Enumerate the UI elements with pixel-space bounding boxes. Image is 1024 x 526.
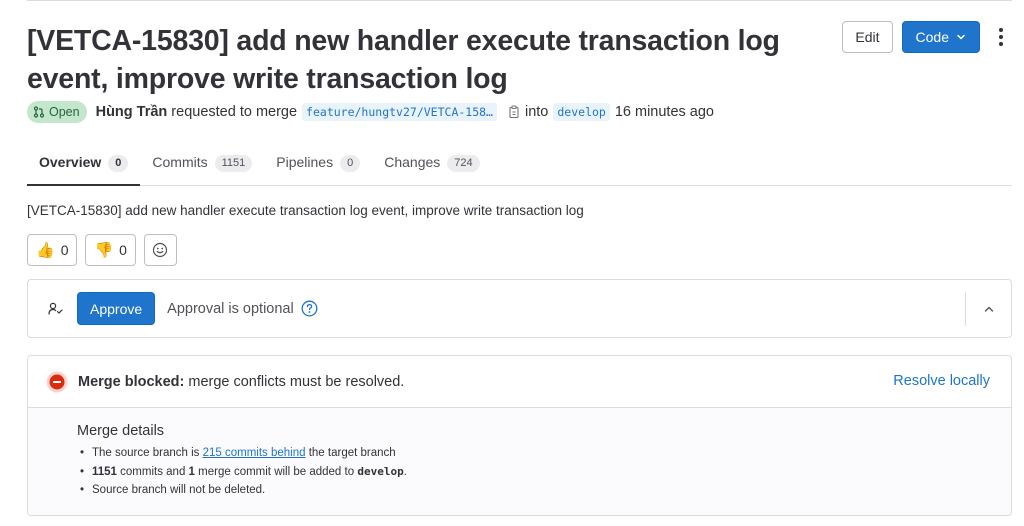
approval-optional-text: Approval is optional	[167, 300, 294, 317]
mr-description: [VETCA-15830] add new handler execute tr…	[27, 203, 584, 218]
add-reaction-button[interactable]	[143, 234, 177, 266]
merge-widget: Merge blocked: merge conflicts must be r…	[27, 355, 1012, 516]
detail-text: The source branch is	[92, 447, 200, 459]
award-count: 0	[119, 242, 127, 258]
detail-text: merge commit will be added to	[198, 465, 355, 478]
code-dropdown-button[interactable]: Code	[901, 21, 980, 53]
chevron-up-icon	[984, 306, 993, 312]
resolve-locally-link[interactable]: Resolve locally	[893, 373, 990, 389]
detail-text: commits and	[120, 465, 186, 478]
collapse-approval-button[interactable]	[965, 292, 1011, 326]
time-ago: 16 minutes ago	[614, 104, 714, 120]
approve-button[interactable]: Approve	[77, 292, 156, 325]
detail-text: .	[403, 465, 407, 478]
tab-changes[interactable]: Changes 724	[372, 150, 491, 186]
thumbsup-icon: 👍	[36, 242, 55, 259]
tab-overview[interactable]: Overview 0	[27, 150, 141, 186]
detail-text: the target branch	[308, 447, 396, 459]
more-actions-kebab-icon[interactable]	[994, 21, 1008, 53]
mr-tabs: Overview 0 Commits 1151 Pipelines 0 Chan…	[27, 150, 1012, 186]
tab-commits[interactable]: Commits 1151	[140, 150, 264, 186]
commit-count: 1151	[92, 465, 117, 478]
status-label: Open	[49, 105, 80, 119]
status-badge: Open	[27, 101, 87, 123]
list-item: 1151 commits and 1 merge commit will be …	[77, 463, 1011, 482]
target-branch-code: develop	[357, 464, 404, 478]
tab-label: Changes	[384, 154, 441, 170]
status-blocked-icon	[46, 371, 68, 393]
into-text: into	[524, 104, 549, 120]
edit-button[interactable]: Edit	[842, 21, 893, 53]
source-branch[interactable]: feature/hungtv27/VETCA-158…	[302, 103, 497, 121]
merge-details: Merge details The source branch is 215 c…	[28, 408, 1011, 515]
target-branch[interactable]: develop	[553, 103, 610, 121]
merge-commit-count: 1	[188, 465, 195, 478]
copy-branch-icon[interactable]	[508, 105, 521, 119]
merge-status-text: merge conflicts must be resolved.	[188, 373, 405, 390]
approval-user-check-icon	[48, 302, 64, 316]
commits-behind-link[interactable]: 215 commits behind	[203, 447, 306, 459]
tab-count: 1151	[214, 155, 253, 172]
top-divider	[27, 0, 1012, 1]
tab-label: Overview	[39, 154, 102, 170]
tab-count: 0	[108, 155, 129, 172]
award-count: 0	[60, 242, 69, 258]
header-actions: Edit Code	[842, 21, 1008, 53]
merge-details-title: Merge details	[77, 423, 165, 439]
tab-count: 724	[447, 155, 480, 172]
merge-status-title: Merge blocked:	[78, 373, 185, 390]
tab-label: Pipelines	[276, 154, 334, 170]
thumbsdown-icon: 👎	[94, 242, 114, 259]
thumbsup-award-button[interactable]: 👍 0	[27, 234, 78, 266]
chevron-down-icon	[957, 34, 965, 40]
list-item: Source branch will not be deleted.	[77, 481, 1011, 500]
mr-title: [VETCA-15830] add new handler execute tr…	[27, 25, 780, 95]
tab-label: Commits	[152, 154, 208, 170]
requested-text: requested to merge	[171, 104, 298, 120]
thumbsdown-award-button[interactable]: 👎 0	[85, 234, 136, 266]
award-emoji-bar: 👍 0 👎 0	[27, 234, 185, 266]
smiley-icon	[153, 242, 168, 258]
list-item: The source branch is 215 commits behind …	[77, 444, 1011, 463]
tab-count: 0	[340, 155, 361, 172]
code-button-label: Code	[915, 29, 949, 45]
author-name[interactable]: Hùng Trần	[96, 104, 168, 120]
mr-meta-line: Open Hùng Trần requested to merge featur…	[27, 100, 714, 124]
merge-details-list: The source branch is 215 commits behind …	[77, 444, 1011, 500]
tab-pipelines[interactable]: Pipelines 0	[264, 150, 372, 186]
approval-widget: Approve Approval is optional	[27, 279, 1012, 338]
merge-status-row: Merge blocked: merge conflicts must be r…	[28, 356, 1011, 408]
merge-request-icon	[33, 106, 45, 118]
help-question-icon[interactable]	[301, 300, 318, 317]
